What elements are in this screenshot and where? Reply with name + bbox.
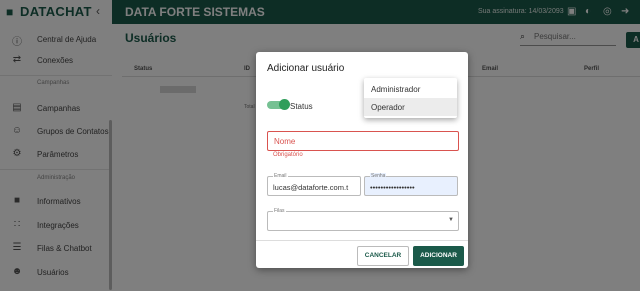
cancel-button[interactable]: CANCELAR [357,246,409,266]
dialog-title: Adicionar usuário [267,63,345,74]
profile-dropdown-menu: Administrador Operador [364,78,457,118]
password-label: Senha [370,173,387,179]
menu-item-administrator[interactable]: Administrador [364,80,457,98]
email-label: Email [273,173,288,179]
name-error: Obrigatório [273,152,303,158]
email-value: lucas@dataforte.com.t [273,183,349,192]
queues-label: Filas [273,208,286,214]
queues-select[interactable]: Filas ▼ [267,208,459,231]
password-field[interactable]: Senha ••••••••••••••••• [364,173,458,196]
dropdown-arrow-icon: ▼ [448,217,454,223]
status-toggle[interactable] [267,99,290,110]
menu-item-label: Operador [371,103,405,112]
menu-item-operator[interactable]: Operador [364,98,457,116]
email-field[interactable]: Email lucas@dataforte.com.t [267,173,361,196]
add-button[interactable]: ADICIONAR [413,246,464,266]
password-value: ••••••••••••••••• [370,183,415,192]
name-placeholder: Nome [274,137,296,146]
menu-item-label: Administrador [371,85,421,94]
toggle-knob [279,99,290,110]
divider [256,240,468,241]
name-field[interactable]: Nome [267,131,459,151]
status-label: Status [290,102,313,111]
